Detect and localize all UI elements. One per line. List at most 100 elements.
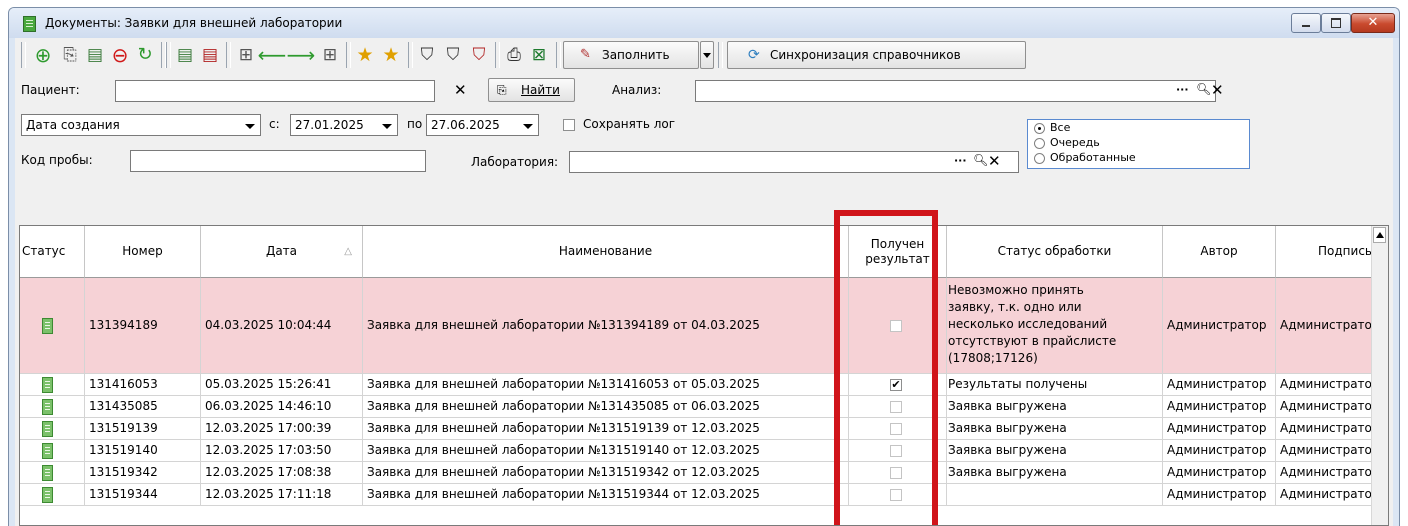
- cell-author: Администратор: [1163, 374, 1276, 396]
- cell-date: 12.03.2025 17:03:50: [201, 440, 363, 462]
- column-header-name[interactable]: Наименование: [363, 226, 849, 278]
- date-type-select[interactable]: Дата создания: [21, 114, 261, 136]
- fill-dropdown-button[interactable]: [700, 41, 714, 69]
- sync-references-button[interactable]: ⟳ Синхронизация справочников: [727, 41, 1026, 69]
- column-header-processing[interactable]: Статус обработки: [947, 226, 1163, 278]
- edit-document-icon[interactable]: ▤: [85, 45, 105, 65]
- received-checkbox[interactable]: [890, 423, 902, 435]
- search-icon[interactable]: 🔍︎: [1196, 82, 1211, 96]
- copy-icon[interactable]: ⎘: [60, 45, 80, 65]
- cell-number: 131394189: [85, 278, 201, 374]
- clear-laboratory-icon[interactable]: ✕: [988, 152, 1001, 170]
- excel-export-icon[interactable]: ⊠: [529, 45, 549, 65]
- cell-number: 131519139: [85, 418, 201, 440]
- signer-text: Администратор: [1280, 487, 1376, 501]
- toolbar-separator: [556, 42, 561, 68]
- author-text: Администратор: [1167, 421, 1267, 435]
- patient-input[interactable]: [115, 80, 435, 102]
- add-favorite-icon[interactable]: ★: [355, 45, 375, 65]
- received-checkbox[interactable]: ✔: [890, 379, 902, 391]
- title-bar[interactable]: Документы: Заявки для внешней лаборатори…: [9, 8, 1399, 38]
- processing-status-line: (17808;17126): [948, 351, 1038, 365]
- table-row[interactable]: 131435085 06.03.2025 14:46:10 Заявка для в…: [20, 396, 1376, 418]
- received-checkbox[interactable]: [890, 445, 902, 457]
- cell-date: 12.03.2025 17:00:39: [201, 418, 363, 440]
- post-document-icon[interactable]: ▤: [175, 45, 195, 65]
- add-icon[interactable]: ⊕: [33, 45, 53, 65]
- refresh-icon[interactable]: ↻: [135, 45, 155, 65]
- from-date-picker[interactable]: 27.01.2025: [290, 114, 398, 136]
- table-row[interactable]: 131416053 05.03.2025 15:26:41 Заявка для в…: [20, 374, 1376, 396]
- radio-all[interactable]: [1034, 123, 1045, 134]
- hierarchy-icon[interactable]: ⊞: [320, 45, 340, 65]
- date-text: 12.03.2025 17:00:39: [205, 421, 332, 435]
- to-date-picker[interactable]: 27.06.2025: [426, 114, 539, 136]
- name-text: Заявка для внешней лаборатории №13143508…: [367, 399, 760, 413]
- received-checkbox[interactable]: [890, 320, 902, 332]
- vertical-scrollbar[interactable]: [1371, 226, 1388, 525]
- ellipsis-icon[interactable]: ···: [1176, 83, 1189, 96]
- name-text: Заявка для внешней лаборатории №13151934…: [367, 487, 760, 501]
- table-row[interactable]: 131519344 12.03.2025 17:11:18 Заявка для в…: [20, 484, 1376, 506]
- toolbar: ⊕ ⎘ ▤ ⊖ ↻ ▤ ▤ ⊞ ⟵ ⟶ ⊞ ★ ★ ⛉ ⛉ ⛉ ⎙ ⊠ ✎ За…: [15, 38, 1393, 72]
- filter-settings-icon[interactable]: ⛉: [443, 45, 463, 65]
- column-header-number[interactable]: Номер: [85, 226, 201, 278]
- column-header-date[interactable]: Дата △: [201, 226, 363, 278]
- column-header-date-label: Дата: [265, 244, 298, 258]
- ellipsis-icon[interactable]: ···: [954, 154, 967, 167]
- radio-queue[interactable]: [1034, 138, 1045, 149]
- structure-icon[interactable]: ⊞: [236, 45, 256, 65]
- print-icon[interactable]: ⎙: [504, 45, 524, 65]
- fill-button-label: Заполнить: [602, 48, 670, 62]
- document-status-icon: [42, 487, 53, 503]
- clear-analysis-icon[interactable]: ✕: [1211, 81, 1224, 99]
- chevron-down-icon: [523, 124, 533, 129]
- table-row[interactable]: 131394189 04.03.2025 10:04:44 Заявка для в…: [20, 278, 1376, 374]
- clear-patient-icon[interactable]: ✕: [454, 81, 467, 99]
- signer-text: Администратор: [1280, 465, 1376, 479]
- maximize-button[interactable]: [1321, 13, 1351, 33]
- close-window-button[interactable]: ✕: [1351, 13, 1395, 33]
- date-text: 05.03.2025 15:26:41: [205, 377, 332, 391]
- cell-signer: Администратор: [1276, 418, 1376, 440]
- arrow-right-icon[interactable]: ⟶: [287, 45, 316, 65]
- cell-author: Администратор: [1163, 418, 1276, 440]
- scroll-up-button[interactable]: [1373, 227, 1386, 243]
- cell-received: [849, 440, 947, 462]
- received-checkbox[interactable]: [890, 489, 902, 501]
- received-checkbox[interactable]: [890, 467, 902, 479]
- save-log-checkbox[interactable]: [563, 119, 575, 131]
- received-checkbox[interactable]: [890, 401, 902, 413]
- radio-processed[interactable]: [1034, 153, 1045, 164]
- toolbar-separator: [495, 42, 500, 68]
- find-button[interactable]: ⎘ Найти: [488, 78, 575, 102]
- analysis-input[interactable]: [695, 80, 1216, 102]
- column-header-signer[interactable]: Подпись: [1276, 226, 1376, 278]
- name-text: Заявка для внешней лаборатории №13139418…: [367, 318, 760, 332]
- clear-filter-icon[interactable]: ⛉: [469, 45, 489, 65]
- column-header-received[interactable]: Получен результат: [849, 226, 947, 278]
- fill-button[interactable]: ✎ Заполнить: [563, 41, 699, 69]
- cell-received: ✔: [849, 374, 947, 396]
- table-row[interactable]: 131519342 12.03.2025 17:08:38 Заявка для в…: [20, 462, 1376, 484]
- laboratory-input[interactable]: [569, 151, 1019, 173]
- unpost-document-icon[interactable]: ▤: [200, 45, 220, 65]
- cell-received: [849, 278, 947, 374]
- cell-date: 12.03.2025 17:08:38: [201, 462, 363, 484]
- column-header-status[interactable]: ☰Статус: [20, 226, 85, 278]
- delete-icon[interactable]: ⊖: [110, 45, 130, 65]
- search-icon[interactable]: 🔍︎: [973, 153, 988, 167]
- table-row[interactable]: 131519140 12.03.2025 17:03:50 Заявка для в…: [20, 440, 1376, 462]
- author-text: Администратор: [1167, 377, 1267, 391]
- status-radio-group: Все Очередь Обработанные: [1027, 119, 1250, 169]
- favorites-icon[interactable]: ★: [381, 45, 401, 65]
- filter-icon[interactable]: ⛉: [417, 45, 437, 65]
- table-row[interactable]: 131519139 12.03.2025 17:00:39 Заявка для в…: [20, 418, 1376, 440]
- arrow-left-icon[interactable]: ⟵: [258, 45, 287, 65]
- author-text: Администратор: [1167, 487, 1267, 501]
- column-header-author[interactable]: Автор: [1163, 226, 1276, 278]
- minimize-button[interactable]: [1291, 13, 1321, 33]
- cell-author: Администратор: [1163, 396, 1276, 418]
- cell-date: 12.03.2025 17:11:18: [201, 484, 363, 506]
- sample-code-input[interactable]: [130, 150, 426, 172]
